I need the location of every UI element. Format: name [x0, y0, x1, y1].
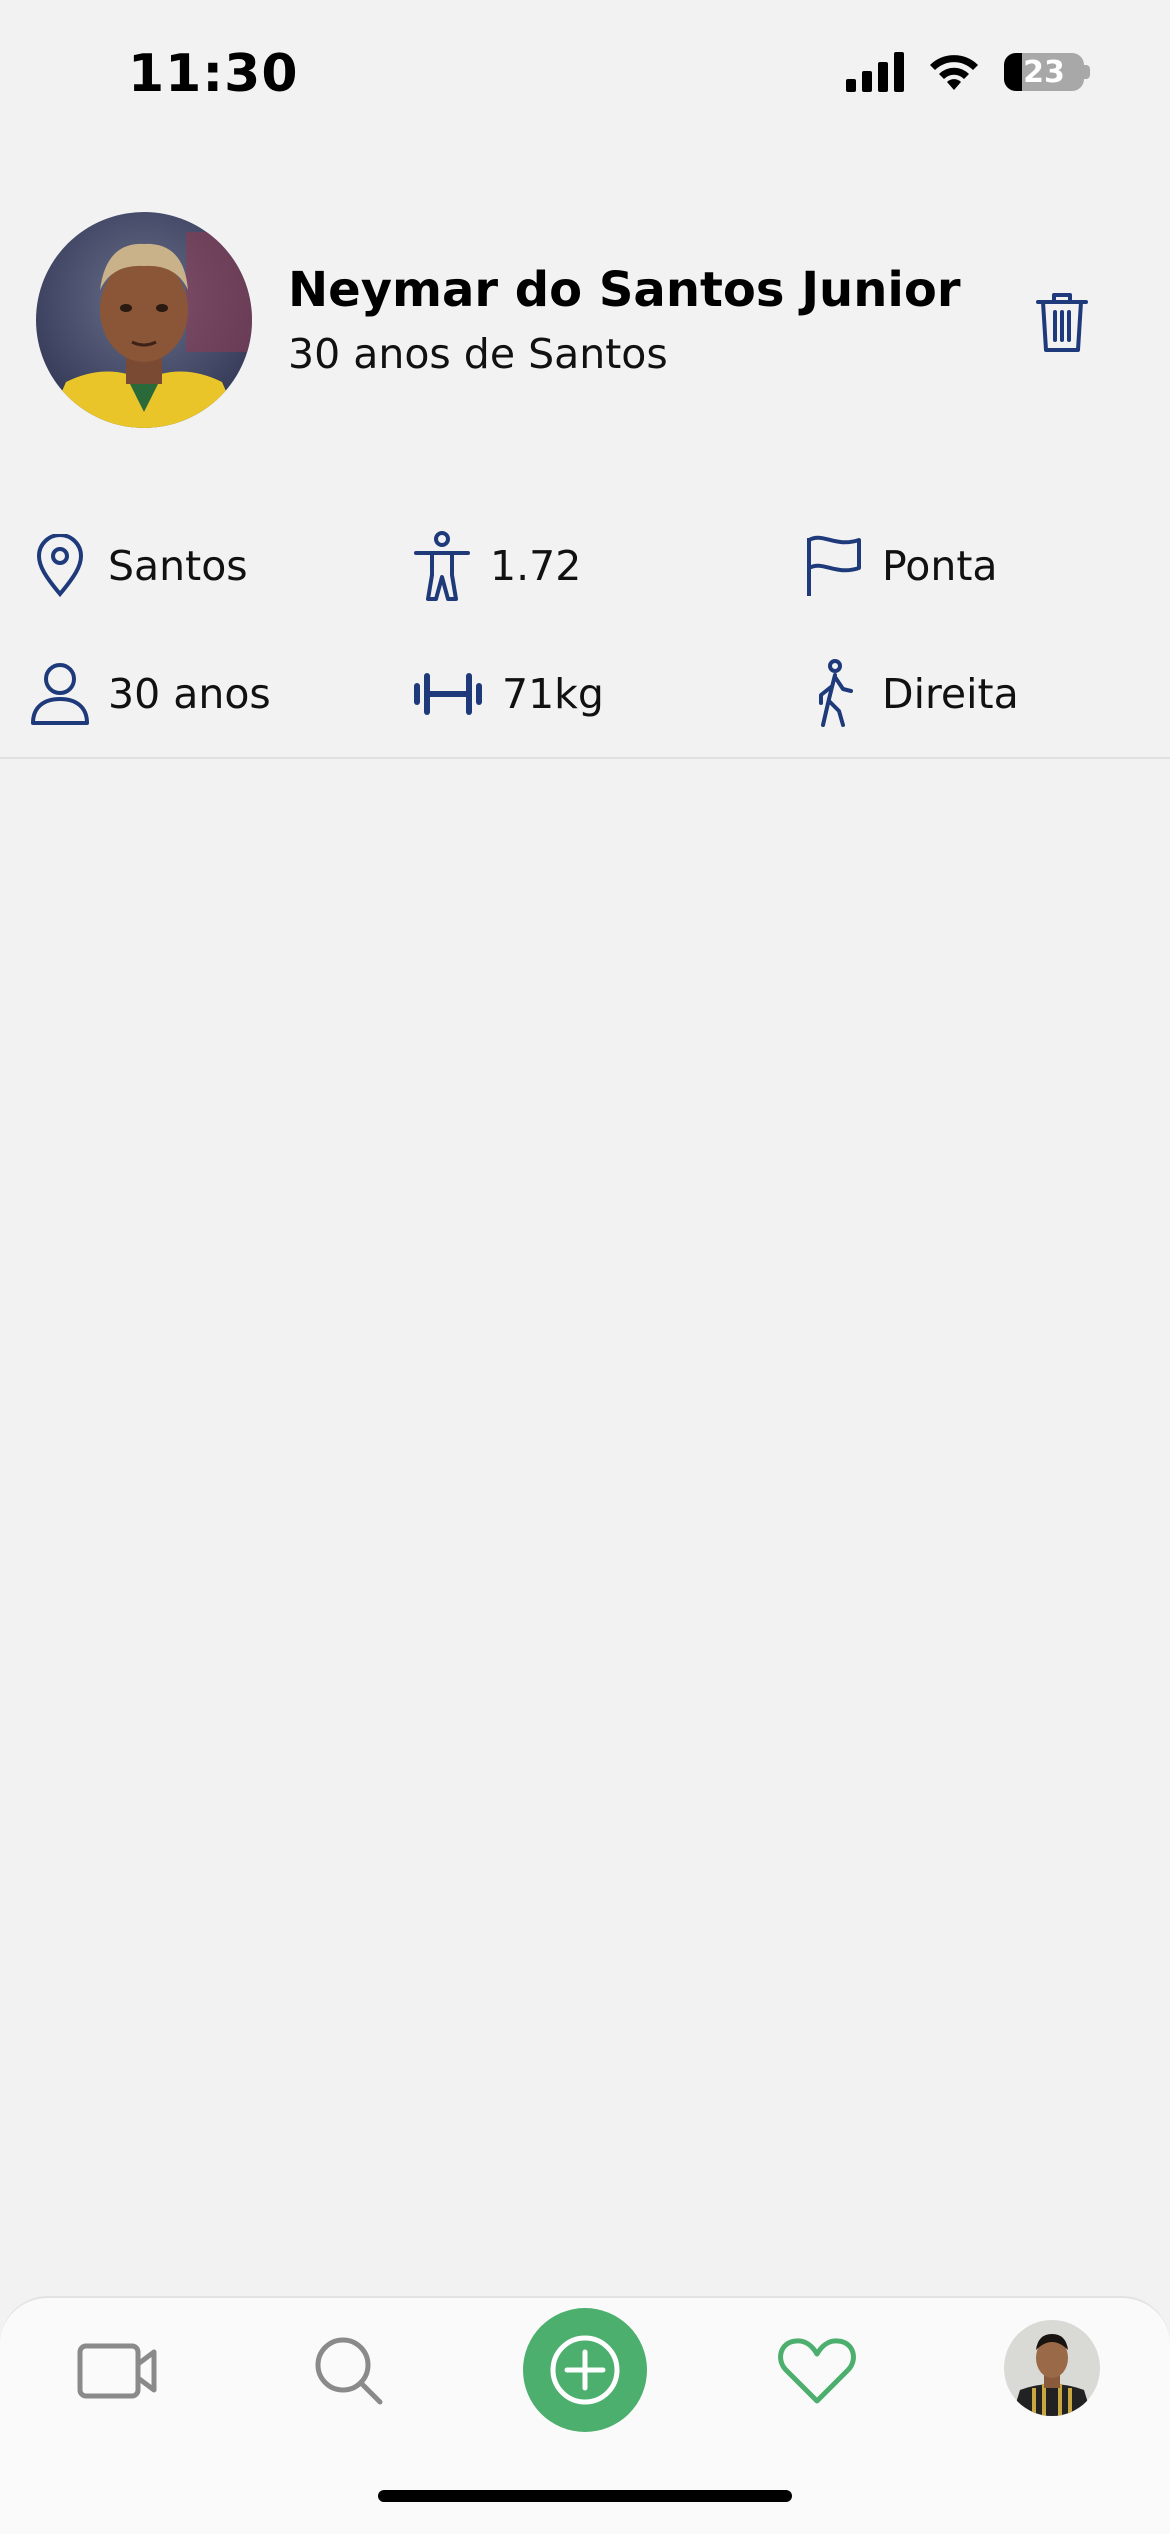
stat-age: 30 anos	[30, 660, 271, 728]
wifi-icon	[930, 55, 978, 90]
player-name: Neymar do Santos Junior	[288, 262, 961, 318]
heart-icon	[778, 2338, 856, 2404]
stat-weight: 71kg	[412, 660, 604, 728]
stat-location: Santos	[30, 532, 248, 600]
status-icons: 23	[846, 52, 1090, 92]
home-indicator	[378, 2490, 792, 2502]
trash-icon	[1036, 293, 1088, 352]
dumbbell-icon	[414, 673, 482, 715]
delete-button[interactable]	[1024, 284, 1100, 360]
stat-height: 1.72	[412, 531, 582, 601]
player-subtitle: 30 anos de Santos	[288, 330, 668, 378]
add-circle-icon	[550, 2335, 620, 2405]
stat-weight-value: 71kg	[502, 670, 604, 718]
tab-add[interactable]	[523, 2308, 647, 2432]
stat-foot: Direita	[804, 659, 1019, 728]
location-pin-icon	[36, 534, 84, 598]
profile-avatar-image	[1004, 2320, 1100, 2416]
user-icon	[31, 663, 89, 725]
stat-height-value: 1.72	[490, 542, 582, 590]
tab-favorites[interactable]	[772, 2326, 862, 2416]
tab-videos[interactable]	[72, 2326, 162, 2416]
battery-icon: 23	[1004, 53, 1084, 91]
stat-foot-value: Direita	[882, 670, 1019, 718]
flag-icon	[807, 535, 861, 596]
tab-profile-avatar[interactable]	[1004, 2320, 1100, 2416]
stat-position: Ponta	[804, 532, 998, 600]
video-camera-icon	[77, 2343, 157, 2399]
player-avatar	[36, 212, 252, 428]
search-icon	[315, 2337, 383, 2405]
tab-search[interactable]	[304, 2326, 394, 2416]
status-time: 11:30	[128, 44, 299, 104]
stat-position-value: Ponta	[882, 542, 998, 590]
walking-icon	[819, 659, 853, 727]
stat-age-value: 30 anos	[108, 670, 271, 718]
stat-location-value: Santos	[108, 542, 248, 590]
divider	[0, 757, 1170, 759]
body-height-icon	[414, 531, 470, 601]
battery-level: 23	[1023, 54, 1065, 90]
cellular-signal-icon	[846, 52, 904, 92]
